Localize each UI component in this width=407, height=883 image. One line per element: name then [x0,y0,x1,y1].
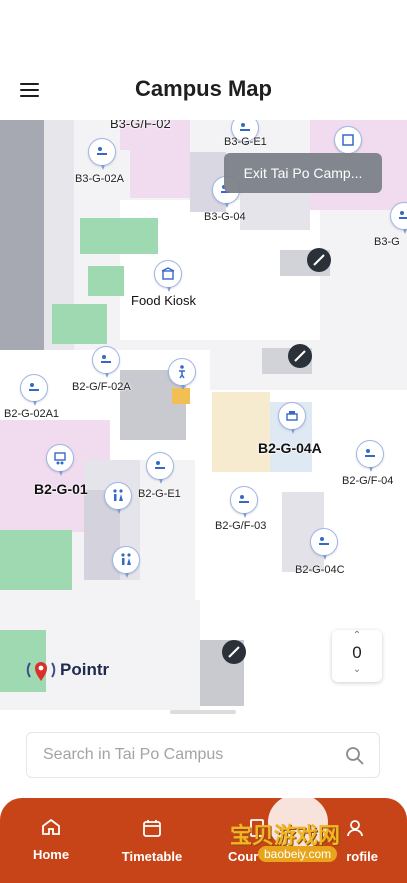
stairs-icon[interactable] [288,344,312,368]
room [212,392,270,472]
room-label: B3-G-04 [204,211,246,223]
room [130,150,190,198]
search-input[interactable]: Search in Tai Po Campus [43,733,223,777]
stairs-icon[interactable] [222,640,246,664]
sheet-drag-handle[interactable] [170,710,236,714]
tab-profile[interactable]: rofile [310,818,400,864]
desk-icon[interactable] [92,346,120,378]
desk-icon[interactable] [146,452,174,484]
logo-text: Pointr [60,660,110,679]
room-label: B2-G/F-02A [72,381,131,393]
room-label: B2-G-04C [295,564,345,576]
room-label: B2-G/F-03 [215,520,267,532]
bottom-tab-bar: Home Timetable Cour rofile [0,798,407,883]
green-area [0,530,72,590]
pointr-logo-icon [26,662,56,681]
room-label: B3-G [374,236,400,248]
accessibility-icon[interactable] [168,358,196,390]
tab-timetable[interactable]: Timetable [107,818,197,864]
room-label: B3-G-02A [75,173,124,185]
food-kiosk-icon[interactable] [154,260,182,292]
room-label: B2-G/F-04 [342,475,394,487]
room-label: B2-G-E1 [138,488,181,500]
room-label: B2-G-01 [34,481,88,497]
desk-icon[interactable] [356,440,384,472]
floor-value: 0 [352,643,362,662]
tab-label: Timetable [121,849,183,864]
pointr-logo: Pointr [26,657,109,683]
page-title: Campus Map [135,76,272,101]
building-icon[interactable] [334,126,362,158]
tab-label: rofile [346,849,378,864]
desk-icon[interactable] [88,138,116,170]
desk-icon[interactable] [20,374,48,406]
desk-icon[interactable] [230,486,258,518]
green-area [88,266,124,296]
desk-icon[interactable] [390,202,407,234]
course-icon [250,819,264,837]
home-icon [42,818,60,835]
room-label: B2-G-02A1 [4,408,60,420]
restroom-icon[interactable] [112,546,140,578]
tab-courses[interactable]: Cour [212,818,302,864]
room [240,190,310,230]
green-area [52,304,107,344]
profile-icon [347,820,363,837]
room-label: B2-G-04A [258,440,322,456]
campus-map[interactable]: B3-G/F-02 B3-G-E1 B3-G-02A B3-G-04 B3-G … [0,120,407,710]
tab-label: Cour [228,849,259,864]
printer-icon[interactable] [278,402,306,434]
room-label: B3-G/F-02 [110,120,171,131]
search-bar[interactable]: Search in Tai Po Campus [26,732,380,778]
stairs-icon[interactable] [307,248,331,272]
exit-campus-button[interactable]: Exit Tai Po Camp... [224,153,382,193]
app-header: Campus Map [0,0,407,120]
chevron-up-icon[interactable]: ⌃ [332,630,382,642]
search-icon[interactable] [345,746,365,766]
tab-home[interactable]: Home [6,818,96,862]
classroom-icon[interactable] [46,444,74,476]
food-kiosk-label: Food Kiosk [131,293,197,308]
calendar-icon [143,820,161,837]
tab-label: Home [32,847,70,862]
room [172,388,190,404]
room-label: B3-G-E1 [224,136,267,148]
desk-icon[interactable] [310,528,338,560]
green-area [80,218,158,254]
floor-selector[interactable]: ⌃ 0 ⌄ [332,630,382,682]
chevron-down-icon[interactable]: ⌄ [332,664,382,676]
restroom-icon[interactable] [104,482,132,514]
